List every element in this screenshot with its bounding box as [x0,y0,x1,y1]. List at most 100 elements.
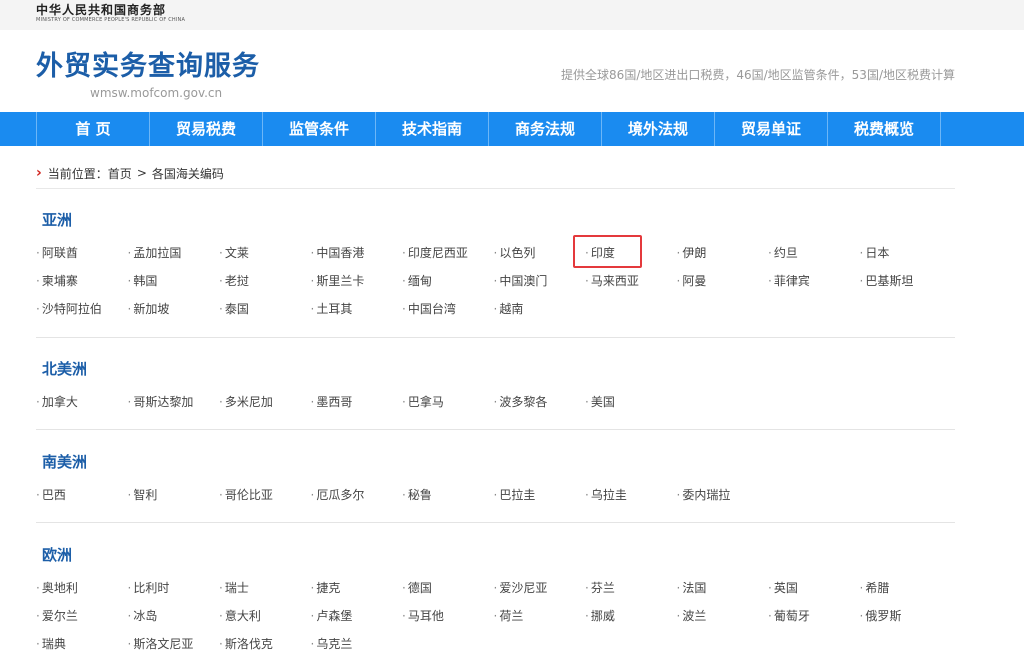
region-title: 北美洲 [42,360,88,378]
country-link[interactable]: · 巴西 [36,487,66,503]
country-link[interactable]: · 秘鲁 [402,487,432,503]
country-link[interactable]: · 哥伦比亚 [219,487,273,503]
country-name: 乌克兰 [316,637,353,651]
country-name: 斯洛伐克 [224,637,273,651]
country-link[interactable]: · 墨西哥 [311,394,353,410]
bullet-dot: · [36,488,40,502]
country-link[interactable]: · 乌拉圭 [585,487,627,503]
breadcrumb-home-link[interactable]: 首页 [108,165,132,182]
country-link[interactable]: · 波兰 [677,608,707,624]
country-link[interactable]: · 韩国 [128,273,158,289]
country-link[interactable]: · 葡萄牙 [768,608,810,624]
country-link[interactable]: · 加拿大 [36,394,78,410]
country-link[interactable]: · 捷克 [311,580,341,596]
nav-item-5[interactable]: 境外法规 [602,112,715,146]
bullet-dot: · [859,246,864,260]
country-link[interactable]: · 瑞士 [219,580,249,596]
country-link[interactable]: · 中国香港 [311,245,365,261]
country-link[interactable]: · 沙特阿拉伯 [36,301,102,317]
country-link[interactable]: · 中国台湾 [402,301,456,317]
country-link[interactable]: · 斯里兰卡 [311,273,365,289]
country-link[interactable]: · 多米尼加 [219,394,273,410]
country-link[interactable]: · 英国 [768,580,798,596]
bullet-dot: · [310,609,315,623]
country-link[interactable]: · 委内瑞拉 [677,487,731,503]
country-link[interactable]: · 越南 [494,301,524,317]
country-link[interactable]: · 厄瓜多尔 [311,487,365,503]
country-link[interactable]: · 挪威 [585,608,615,624]
country-link[interactable]: · 美国 [585,394,615,410]
bullet-dot: · [585,581,589,595]
country-link[interactable]: · 瑞典 [36,636,66,652]
country-link[interactable]: · 马来西亚 [585,273,639,289]
country-name: 卢森堡 [316,609,353,623]
country-name: 荷兰 [499,609,524,623]
country-link[interactable]: · 卢森堡 [311,608,353,624]
country-name: 英国 [773,581,798,595]
ministry-name-en: MINISTRY OF COMMERCE PEOPLE'S REPUBLIC O… [36,17,186,23]
country-link[interactable]: · 爱沙尼亚 [494,580,548,596]
bullet-dot: · [402,274,406,288]
nav-item-4[interactable]: 商务法规 [489,112,602,146]
nav-item-1[interactable]: 贸易税费 [150,112,263,146]
country-link[interactable]: · 印度 [585,245,615,261]
nav-item-2[interactable]: 监管条件 [263,112,376,146]
country-link[interactable]: · 奥地利 [36,580,78,596]
country-name: 马耳他 [407,609,444,623]
country-link[interactable]: · 智利 [128,487,158,503]
bullet-dot: · [36,637,40,651]
country-link[interactable]: · 巴基斯坦 [860,273,914,289]
bullet-dot: · [219,246,223,260]
country-link[interactable]: · 希腊 [860,580,890,596]
country-link[interactable]: · 缅甸 [402,273,432,289]
ministry-name-cn: 中华人民共和国商务部 [36,3,167,17]
country-link[interactable]: · 法国 [677,580,707,596]
nav-item-7[interactable]: 税费概览 [828,112,941,146]
country-link[interactable]: · 孟加拉国 [128,245,182,261]
country-link[interactable]: · 比利时 [128,580,170,596]
country-link[interactable]: · 俄罗斯 [860,608,902,624]
bullet-dot: · [676,274,681,288]
country-link[interactable]: · 乌克兰 [311,636,353,652]
country-link[interactable]: · 以色列 [494,245,536,261]
country-link[interactable]: · 约旦 [768,245,798,261]
site-brand[interactable]: 外贸实务查询服务 wmsw.mofcom.gov.cn [36,50,260,100]
country-link[interactable]: · 伊朗 [677,245,707,261]
country-name: 德国 [407,581,432,595]
country-link[interactable]: · 阿曼 [677,273,707,289]
country-link[interactable]: · 德国 [402,580,432,596]
country-link[interactable]: · 芬兰 [585,580,615,596]
nav-item-0[interactable]: 首 页 [37,112,150,146]
country-link[interactable]: · 马耳他 [402,608,444,624]
country-link[interactable]: · 老挝 [219,273,249,289]
country-link[interactable]: · 日本 [860,245,890,261]
country-link[interactable]: · 阿联酋 [36,245,78,261]
bullet-dot: · [127,302,132,316]
country-link[interactable]: · 波多黎各 [494,394,548,410]
country-link[interactable]: · 中国澳门 [494,273,548,289]
country-link[interactable]: · 文莱 [219,245,249,261]
country-link[interactable]: · 巴拿马 [402,394,444,410]
country-link[interactable]: · 荷兰 [494,608,524,624]
country-link[interactable]: · 新加坡 [128,301,170,317]
country-link[interactable]: · 泰国 [219,301,249,317]
country-link[interactable]: · 哥斯达黎加 [128,394,194,410]
country-link[interactable]: · 冰岛 [128,608,158,624]
ministry-logo[interactable]: 中华人民共和国商务部 MINISTRY OF COMMERCE PEOPLE'S… [36,3,185,24]
country-link[interactable]: · 巴拉圭 [494,487,536,503]
nav-item-6[interactable]: 贸易单证 [715,112,828,146]
country-link[interactable]: · 菲律宾 [768,273,810,289]
country-link[interactable]: · 印度尼西亚 [402,245,468,261]
country-name: 斯洛文尼亚 [133,637,194,651]
bullet-dot: · [402,246,406,260]
country-name: 瑞典 [41,637,66,651]
country-link[interactable]: · 柬埔寨 [36,273,78,289]
country-link[interactable]: · 斯洛文尼亚 [128,636,194,652]
country-link[interactable]: · 意大利 [219,608,261,624]
bullet-dot: · [585,609,589,623]
bullet-dot: · [310,581,315,595]
country-link[interactable]: · 斯洛伐克 [219,636,273,652]
country-link[interactable]: · 土耳其 [311,301,353,317]
country-link[interactable]: · 爱尔兰 [36,608,78,624]
nav-item-3[interactable]: 技术指南 [376,112,489,146]
